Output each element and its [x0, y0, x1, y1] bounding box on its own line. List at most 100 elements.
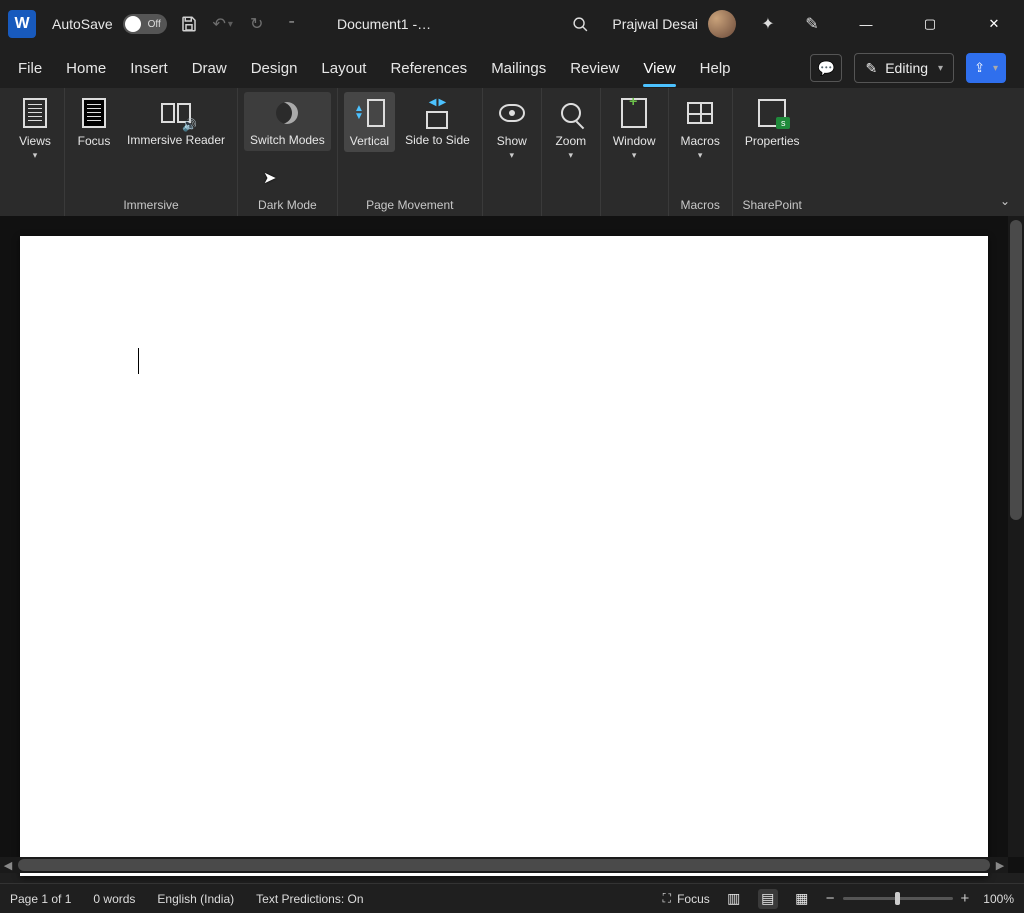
zoom-out-icon[interactable]: −: [826, 890, 835, 907]
zoom-icon: [561, 96, 581, 130]
user-account[interactable]: Prajwal Desai: [612, 10, 736, 38]
switch-label: Switch Modes: [250, 134, 325, 147]
share-icon: ⇪: [974, 60, 985, 76]
tab-mailings[interactable]: Mailings: [491, 56, 546, 81]
zoom-track[interactable]: [843, 897, 953, 900]
window-button[interactable]: + Window ▾: [607, 92, 662, 165]
immersive-reader-button[interactable]: 🔊 Immersive Reader: [121, 92, 231, 151]
group-sharepoint-label: SharePoint: [743, 198, 802, 212]
vertical-scrollbar[interactable]: [1008, 216, 1024, 857]
pencil-icon: ✎: [865, 60, 877, 77]
status-bar: Page 1 of 1 0 words English (India) Text…: [0, 883, 1024, 913]
chevron-down-icon: ▾: [569, 150, 574, 161]
share-button[interactable]: ⇪ ▾: [966, 53, 1006, 83]
switch-modes-button[interactable]: Switch Modes: [244, 92, 331, 151]
focus-target-icon: ⛶: [663, 891, 671, 906]
window-label: Window: [613, 134, 656, 148]
tab-view[interactable]: View: [643, 56, 675, 81]
side-to-side-icon: ◀▶: [426, 96, 448, 130]
window-icon: +: [621, 96, 647, 130]
chevron-down-icon: ▾: [632, 150, 637, 161]
tab-design[interactable]: Design: [251, 56, 298, 81]
search-icon[interactable]: [568, 12, 592, 36]
tab-references[interactable]: References: [390, 56, 467, 81]
focus-mode-label: Focus: [677, 892, 710, 906]
vertical-scroll-thumb[interactable]: [1010, 220, 1022, 520]
reader-label: Immersive Reader: [127, 134, 225, 147]
status-page[interactable]: Page 1 of 1: [10, 892, 71, 906]
vertical-icon: ▲▼: [354, 96, 385, 130]
properties-button[interactable]: s Properties: [739, 92, 806, 152]
save-icon[interactable]: [177, 12, 201, 36]
show-button[interactable]: Show ▾: [489, 92, 535, 165]
zoom-in-icon[interactable]: +: [961, 890, 970, 907]
word-logo-icon: W: [8, 10, 36, 38]
autosave-state: Off: [148, 19, 161, 30]
chevron-down-icon: ▾: [938, 63, 943, 74]
read-mode-icon[interactable]: ▥: [724, 889, 744, 909]
zoom-button[interactable]: Zoom ▾: [548, 92, 594, 165]
minimize-button[interactable]: ―: [844, 0, 888, 48]
group-immersive-label: Immersive: [123, 198, 178, 212]
scroll-left-icon[interactable]: ◀: [0, 859, 16, 872]
show-icon: [499, 96, 525, 130]
status-words[interactable]: 0 words: [93, 892, 135, 906]
qat-dropdown-icon[interactable]: ⁼: [279, 12, 303, 36]
focus-button[interactable]: Focus: [71, 92, 117, 152]
horizontal-scrollbar[interactable]: ◀ ▶: [0, 857, 1008, 873]
pen-sparkle-icon[interactable]: ✎: [800, 12, 824, 36]
focus-label: Focus: [78, 134, 111, 148]
vertical-button[interactable]: ▲▼ Vertical: [344, 92, 395, 152]
side-to-side-button[interactable]: ◀▶ Side to Side: [399, 92, 476, 151]
tab-home[interactable]: Home: [66, 56, 106, 81]
tab-file[interactable]: File: [18, 56, 42, 81]
chevron-down-icon: ▾: [993, 63, 998, 74]
undo-icon[interactable]: ↶▾: [211, 12, 235, 36]
restore-button[interactable]: ▢: [908, 0, 952, 48]
title-center: Document1 -…: [337, 0, 431, 48]
tab-layout[interactable]: Layout: [321, 56, 366, 81]
zoom-percent[interactable]: 100%: [983, 892, 1014, 906]
autosave-toggle[interactable]: Off: [123, 14, 167, 34]
views-label: Views: [19, 134, 51, 148]
moon-icon: [276, 96, 298, 130]
scroll-right-icon[interactable]: ▶: [992, 859, 1008, 872]
tab-help[interactable]: Help: [700, 56, 731, 81]
zoom-slider[interactable]: − +: [826, 890, 970, 907]
close-button[interactable]: ✕: [972, 0, 1016, 48]
status-predictions[interactable]: Text Predictions: On: [256, 892, 363, 906]
macros-button[interactable]: Macros ▾: [675, 92, 726, 165]
horizontal-scroll-thumb[interactable]: [18, 859, 990, 871]
redo-icon[interactable]: ↻: [245, 12, 269, 36]
collapse-ribbon-icon[interactable]: ⌄: [1000, 194, 1010, 208]
diamond-premium-icon[interactable]: ✦: [756, 12, 780, 36]
tab-review[interactable]: Review: [570, 56, 619, 81]
ribbon: Views ▾ Focus 🔊 Immersive Reader Immersi…: [0, 88, 1024, 216]
vertical-label: Vertical: [350, 134, 389, 148]
user-name: Prajwal Desai: [612, 16, 698, 32]
focus-mode-button[interactable]: ⛶ Focus: [663, 891, 710, 906]
properties-label: Properties: [745, 134, 800, 148]
group-pagemove-label: Page Movement: [366, 198, 453, 212]
focus-icon: [82, 96, 106, 130]
chevron-down-icon: ▾: [510, 150, 515, 161]
editing-mode-button[interactable]: ✎ Editing ▾: [854, 53, 954, 83]
zoom-label: Zoom: [555, 134, 586, 148]
zoom-knob[interactable]: [895, 892, 900, 905]
properties-icon: s: [758, 96, 786, 130]
tab-draw[interactable]: Draw: [192, 56, 227, 81]
status-language[interactable]: English (India): [157, 892, 234, 906]
autosave-control[interactable]: AutoSave Off: [52, 14, 167, 34]
document-page[interactable]: [20, 236, 988, 876]
comments-button[interactable]: 💬: [810, 54, 842, 82]
web-layout-icon[interactable]: ▦: [792, 889, 812, 909]
avatar-icon: [708, 10, 736, 38]
tab-insert[interactable]: Insert: [130, 56, 168, 81]
document-workspace: ◀ ▶: [0, 216, 1024, 873]
ribbon-tabs: File Home Insert Draw Design Layout Refe…: [0, 48, 1024, 88]
title-bar: W AutoSave Off ↶▾ ↻ ⁼ Document1 -… Prajw…: [0, 0, 1024, 48]
views-button[interactable]: Views ▾: [12, 92, 58, 165]
print-layout-icon[interactable]: ▤: [758, 889, 778, 909]
chevron-down-icon: ▾: [33, 150, 38, 161]
group-darkmode-label: Dark Mode: [258, 198, 317, 212]
